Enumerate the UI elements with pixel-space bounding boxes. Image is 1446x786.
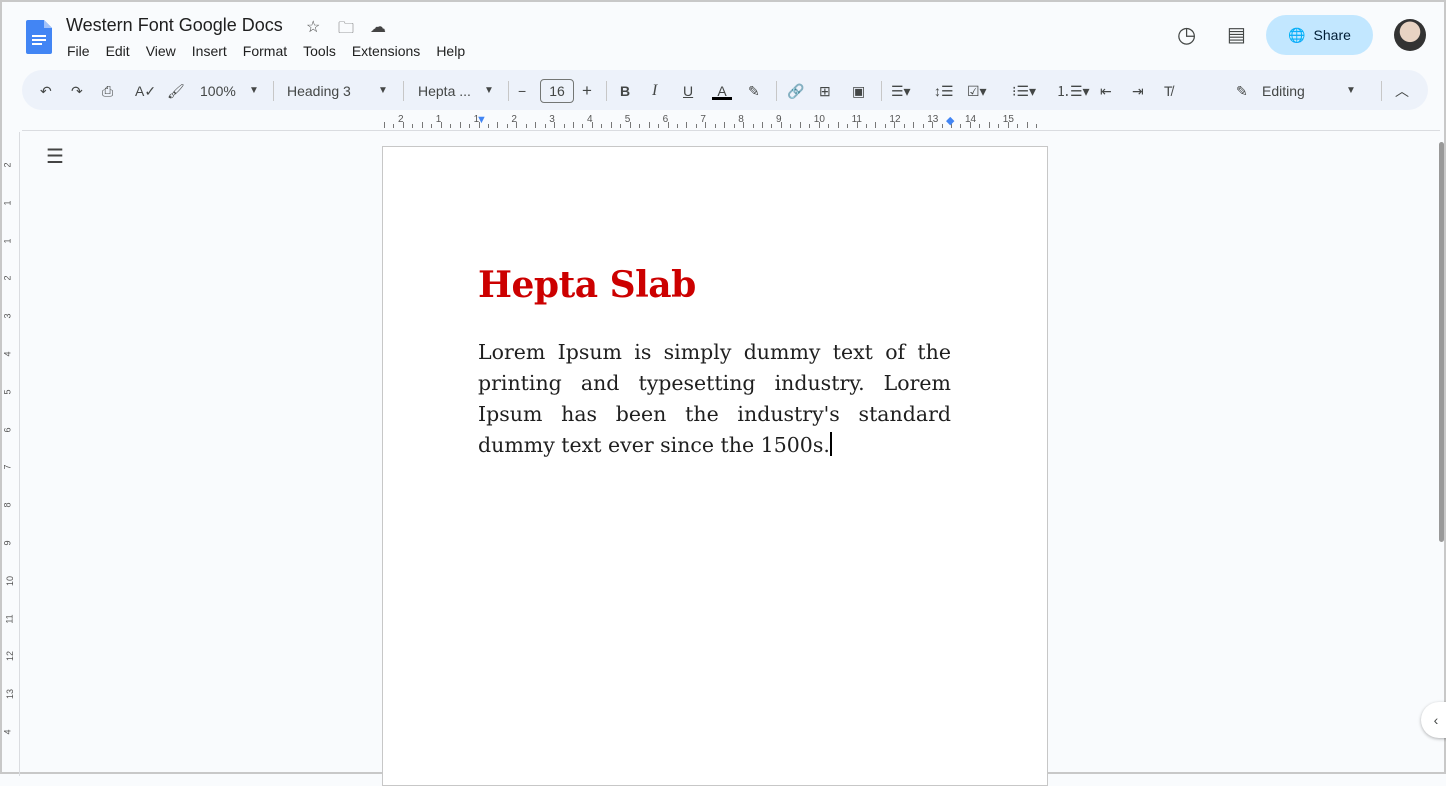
ruler-label: 1 [2,238,13,244]
menu-insert[interactable]: Insert [192,43,227,59]
ruler-label: 6 [2,427,13,433]
document-title[interactable]: Western Font Google Docs [66,15,283,36]
font-select[interactable]: Hepta ... [418,82,471,100]
scrollbar[interactable] [1439,142,1444,542]
menu-bar: File Edit View Insert Format Tools Exten… [67,43,481,59]
font-size-input[interactable]: 16 [540,79,574,103]
side-panel-toggle[interactable]: ‹ [1421,702,1446,738]
zoom-select[interactable]: 100% [200,82,236,100]
left-indent-marker[interactable]: ▼ [476,114,487,126]
undo-icon[interactable]: ↶ [40,82,52,100]
decrease-indent-icon[interactable]: ⇤ [1100,82,1112,100]
document-heading[interactable]: Hepta Slab [478,264,696,306]
document-outline-icon[interactable]: ☰ [46,144,64,169]
menu-help[interactable]: Help [436,43,465,59]
bulleted-list-icon[interactable]: ⁝☰▾ [1012,82,1036,100]
ruler-label: 12 [5,651,16,662]
underline-button[interactable]: U [683,82,693,100]
spellcheck-icon[interactable]: A✓ [135,82,156,100]
line-spacing-icon[interactable]: ↕☰ [934,82,954,100]
comments-icon[interactable]: ▤ [1227,22,1246,47]
menu-format[interactable]: Format [243,43,287,59]
cloud-saved-icon[interactable]: ☁ [370,17,386,37]
vertical-ruler[interactable]: 2 1 1 2 3 4 5 6 7 8 9 10 11 12 13 4 [2,132,20,776]
menu-view[interactable]: View [146,43,176,59]
chevron-down-icon: ▼ [249,85,259,96]
ruler-label: 3 [2,313,13,319]
chevron-down-icon: ▼ [378,85,388,96]
text-cursor [829,432,832,456]
docs-logo-icon[interactable] [26,20,52,54]
ruler-label: 2 [2,162,13,168]
increase-indent-icon[interactable]: ⇥ [1132,82,1144,100]
document-body[interactable]: Lorem Ipsum is simply dummy text of the … [478,337,951,461]
ruler-label: 8 [2,502,13,508]
ruler-label: 9 [2,540,13,546]
align-justify-icon[interactable]: ☰▾ [891,82,911,100]
highlight-icon[interactable]: ✎ [748,82,760,100]
document-page[interactable] [382,146,1048,786]
editing-mode-select[interactable]: Editing [1262,82,1305,100]
right-indent-marker[interactable]: ◆ [946,114,954,127]
ruler-label: 11 [4,613,15,624]
chevron-down-icon: ▼ [484,85,494,96]
ruler-label: 1 [2,200,13,206]
bold-button[interactable]: B [620,82,630,100]
numbered-list-icon[interactable]: ⒈☰▾ [1056,82,1090,100]
ruler-label: 10 [5,575,16,586]
star-icon[interactable]: ☆ [306,17,320,37]
chevron-down-icon: ▼ [1346,85,1356,96]
style-select[interactable]: Heading 3 [287,82,351,100]
ruler-label: 4 [2,351,13,357]
avatar[interactable] [1394,19,1426,51]
ruler-label: 2 [2,275,13,281]
pencil-icon: ✎ [1236,83,1248,99]
share-button[interactable]: 🌐 Share [1266,15,1373,55]
globe-icon: 🌐 [1288,26,1306,43]
paint-format-icon[interactable]: 🖌 [167,82,185,100]
increase-font-size-button[interactable]: + [582,82,592,100]
add-comment-icon[interactable]: ⊞ [819,82,831,100]
decrease-font-size-button[interactable]: − [518,82,526,100]
chevron-left-icon: ‹ [1433,712,1439,728]
text-color-button[interactable]: A [712,82,732,100]
italic-button[interactable]: I [652,82,657,100]
menu-file[interactable]: File [67,43,90,59]
menu-tools[interactable]: Tools [303,43,336,59]
version-history-icon[interactable]: ◷ [1177,22,1196,48]
menu-extensions[interactable]: Extensions [352,43,420,59]
checklist-icon[interactable]: ☑▾ [967,82,987,100]
ruler-label: 7 [2,464,13,470]
move-folder-icon[interactable]: 🗀 [338,17,354,44]
menu-edit[interactable]: Edit [106,43,130,59]
horizontal-ruler[interactable]: 2 1 1 2 3 4 5 6 7 8 9 10 11 12 13 14 15 ▼ ◆ [380,114,1050,130]
redo-icon[interactable]: ↷ [71,82,83,100]
clear-formatting-icon[interactable]: T̸ [1164,82,1173,100]
print-icon[interactable]: ⎙ [102,82,113,100]
ruler-label: 4 [2,729,13,735]
ruler-label: 13 [5,689,16,700]
insert-image-icon[interactable]: ▣ [852,82,865,100]
hide-menus-icon[interactable]: ︿ [1395,82,1409,100]
link-icon[interactable]: 🔗 [787,82,804,100]
ruler-label: 5 [2,389,13,395]
